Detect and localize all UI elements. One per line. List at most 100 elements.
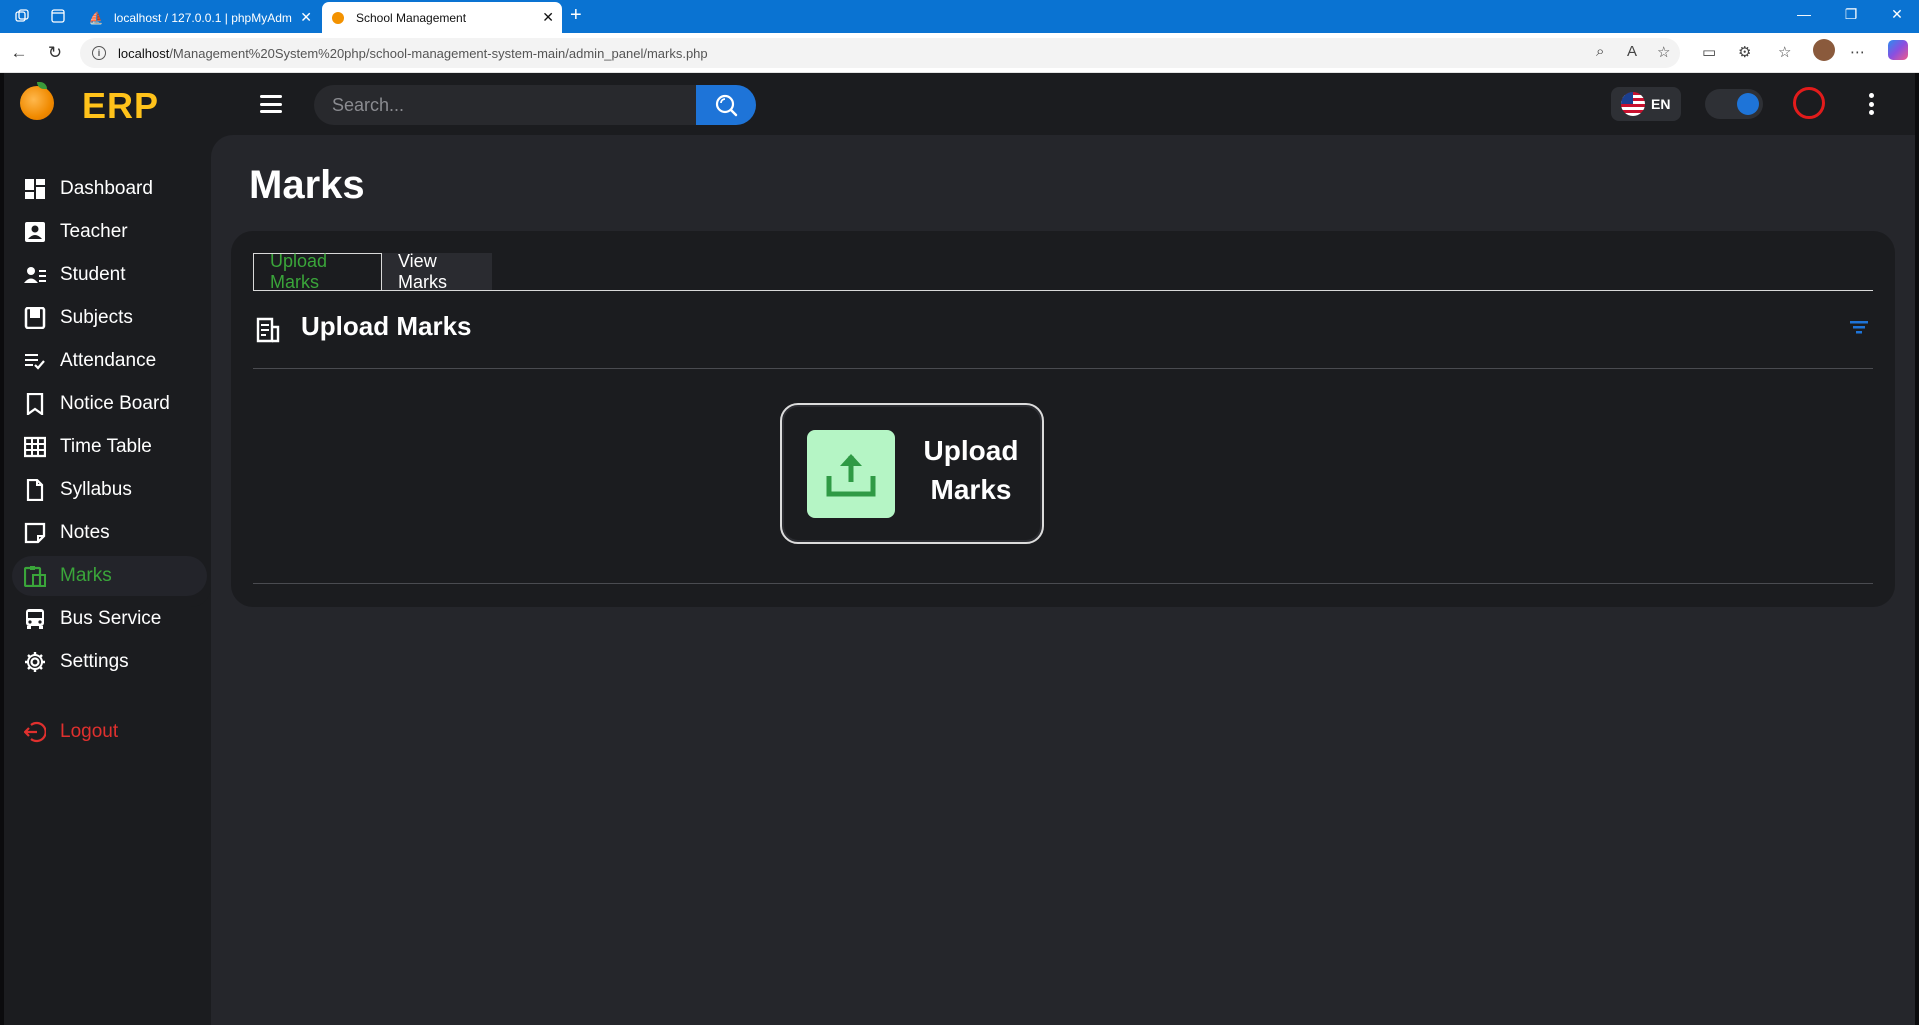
subjects-icon: [24, 307, 46, 329]
zoom-icon[interactable]: ⌕: [1596, 43, 1604, 60]
sidebar-item-label: Attendance: [60, 350, 157, 371]
browser-tab-title: School Management: [356, 10, 467, 25]
browser-tab-school-management[interactable]: School Management ✕: [322, 2, 562, 33]
browser-tab-strip: ⛵ localhost / 127.0.0.1 | phpMyAdm ✕ Sch…: [0, 0, 1919, 33]
url-path: /Management%20System%20php/school-manage…: [169, 45, 708, 61]
section-title: Upload Marks: [301, 311, 472, 341]
language-code: EN: [1651, 96, 1671, 112]
file-icon: [24, 479, 46, 501]
new-tab-icon[interactable]: +: [570, 4, 582, 27]
sidebar-item-label: Dashboard: [60, 178, 153, 199]
sidebar-item-bus-service[interactable]: Bus Service: [12, 599, 207, 639]
sidebar-item-settings[interactable]: Settings: [12, 642, 207, 682]
bookmark-icon: [24, 393, 46, 415]
profile-avatar[interactable]: [1813, 39, 1835, 61]
sidebar-item-label: Bus Service: [60, 608, 162, 629]
section-header: Upload Marks: [253, 309, 1873, 369]
table-icon: [24, 436, 46, 458]
marks-tabs: Upload Marks View Marks: [253, 251, 1873, 292]
upload-marks-button[interactable]: Upload Marks: [780, 403, 1044, 544]
sidebar-item-label: Notice Board: [60, 393, 170, 414]
logout-icon: [24, 721, 46, 743]
minimize-icon[interactable]: —: [1794, 6, 1814, 22]
sidebar-item-label: Notes: [60, 522, 110, 543]
note-icon: [24, 522, 46, 544]
sidebar-item-attendance[interactable]: Attendance: [12, 341, 207, 381]
sidebar-item-label: Settings: [60, 651, 129, 672]
marks-icon: [24, 565, 46, 587]
favorite-star-icon[interactable]: ☆: [1657, 43, 1670, 61]
logout-button[interactable]: Logout: [12, 712, 207, 752]
more-vertical-icon[interactable]: [1868, 93, 1874, 115]
url-field[interactable]: i localhost/Management%20System%20php/sc…: [80, 38, 1680, 68]
restore-icon[interactable]: ❐: [1841, 6, 1861, 23]
logo-text: ERP: [82, 85, 160, 126]
attendance-icon: [24, 350, 46, 372]
copilot-icon[interactable]: [1888, 40, 1908, 60]
divider: [253, 583, 1873, 584]
close-window-icon[interactable]: ✕: [1887, 6, 1907, 23]
browser-tab-title: localhost / 127.0.0.1 | phpMyAdm: [114, 10, 292, 25]
split-screen-icon[interactable]: ▭: [1702, 43, 1716, 61]
site-info-icon[interactable]: i: [92, 46, 106, 60]
menu-toggle-icon[interactable]: [260, 95, 282, 113]
main-content: Marks Upload Marks View Marks Upload Mar…: [211, 135, 1915, 1025]
sidebar: Dashboard Teacher Student Subjects Atten…: [4, 135, 211, 1025]
favorites-icon[interactable]: ☆: [1778, 43, 1791, 61]
refresh-icon[interactable]: ↻: [44, 42, 66, 64]
theme-toggle[interactable]: [1705, 89, 1763, 119]
close-tab-icon[interactable]: ✕: [300, 9, 312, 26]
sidebar-item-syllabus[interactable]: Syllabus: [12, 470, 207, 510]
sidebar-item-label: Student: [60, 264, 126, 285]
more-options-icon[interactable]: ⋯: [1850, 43, 1865, 61]
sidebar-item-time-table[interactable]: Time Table: [12, 427, 207, 467]
power-icon[interactable]: [1793, 87, 1825, 119]
sidebar-item-notice-board[interactable]: Notice Board: [12, 384, 207, 424]
top-bar: ERP EN: [4, 73, 1915, 135]
sidebar-item-label: Syllabus: [60, 479, 132, 500]
close-tab-icon[interactable]: ✕: [542, 9, 554, 26]
toggle-knob: [1737, 93, 1759, 115]
tab-upload-marks[interactable]: Upload Marks: [253, 251, 382, 292]
sidebar-item-label: Time Table: [60, 436, 152, 457]
browser-tab-phpmyadmin[interactable]: ⛵ localhost / 127.0.0.1 | phpMyAdm ✕: [80, 2, 320, 33]
sidebar-item-student[interactable]: Student: [12, 255, 207, 295]
page-title: Marks: [249, 163, 365, 207]
teacher-icon: [24, 221, 46, 243]
sidebar-item-teacher[interactable]: Teacher: [12, 212, 207, 252]
gear-icon: [24, 651, 46, 673]
upload-icon: [807, 430, 895, 518]
search-bar: [314, 85, 756, 125]
search-icon: [715, 94, 738, 117]
url-host: localhost: [118, 45, 170, 61]
marks-card: Upload Marks View Marks Upload Marks Upl…: [231, 231, 1895, 607]
sidebar-item-marks[interactable]: Marks: [12, 556, 207, 596]
bus-icon: [24, 608, 46, 630]
document-icon: [255, 317, 281, 348]
address-bar: ← ↻ i localhost/Management%20System%20ph…: [0, 33, 1919, 73]
tab-view-marks[interactable]: View Marks: [382, 251, 492, 292]
student-icon: [24, 264, 46, 286]
sidebar-item-label: Teacher: [60, 221, 128, 242]
sidebar-item-label: Subjects: [60, 307, 133, 328]
read-aloud-icon[interactable]: A: [1627, 43, 1637, 60]
filter-icon[interactable]: [1849, 319, 1869, 340]
sidebar-item-subjects[interactable]: Subjects: [12, 298, 207, 338]
tab-actions-icon[interactable]: [48, 6, 68, 26]
us-flag-icon: [1621, 92, 1645, 116]
sidebar-item-label: Marks: [60, 565, 112, 586]
phpmyadmin-favicon-icon: ⛵: [88, 10, 104, 25]
search-input[interactable]: [314, 85, 694, 125]
extensions-icon[interactable]: ⚙: [1738, 43, 1751, 61]
sidebar-item-notes[interactable]: Notes: [12, 513, 207, 553]
back-icon[interactable]: ←: [8, 42, 30, 64]
sidebar-item-dashboard[interactable]: Dashboard: [12, 169, 207, 209]
orange-favicon-icon: [330, 10, 346, 26]
language-selector[interactable]: EN: [1611, 87, 1681, 121]
workspaces-icon[interactable]: [12, 6, 32, 26]
dashboard-icon: [24, 178, 46, 200]
logout-label: Logout: [60, 721, 119, 742]
upload-marks-label: Upload Marks: [923, 435, 1019, 505]
search-button[interactable]: [696, 85, 756, 125]
orange-logo-icon: [20, 86, 54, 120]
